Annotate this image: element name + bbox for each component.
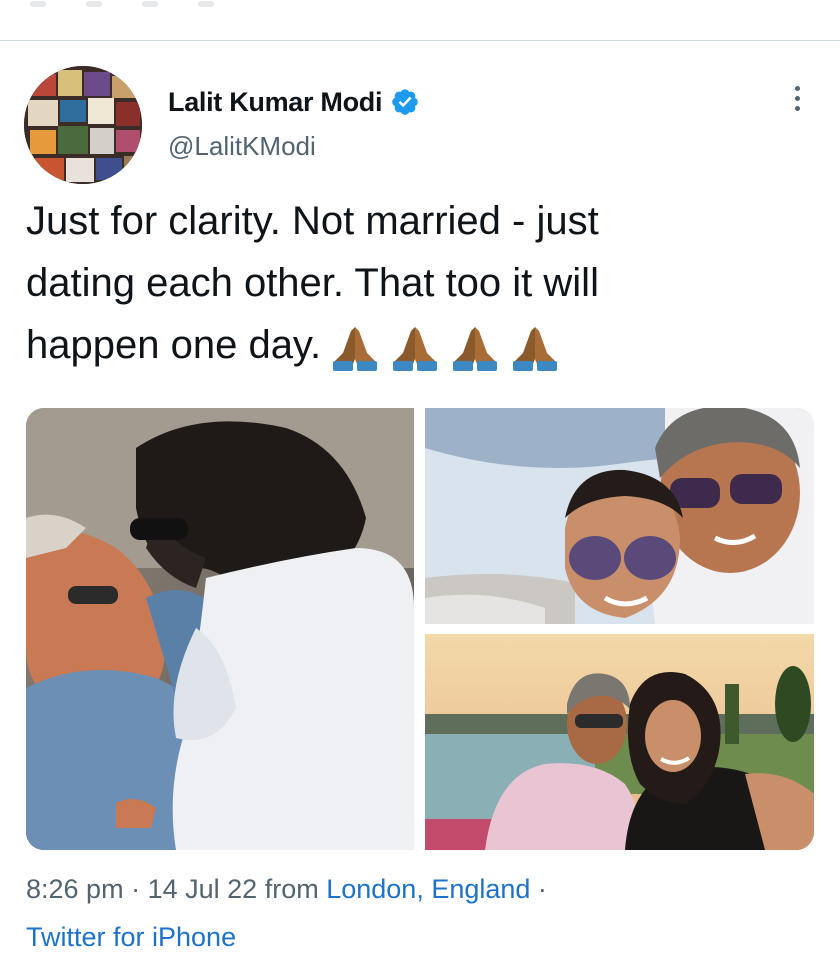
tweet-text: Just for clarity. Not married - just dat… <box>26 190 816 376</box>
photo-harbor-sunset[interactable] <box>425 634 814 850</box>
photo-embrace-couch-image <box>26 408 414 850</box>
meta-trailing-dot: · <box>537 874 547 904</box>
verified-badge-icon <box>392 89 419 115</box>
from-label: from <box>264 874 319 904</box>
tweet-time[interactable]: 8:26 pm <box>26 874 124 904</box>
avatar-collage-image <box>24 66 142 184</box>
author-name-row[interactable]: Lalit Kumar Modi <box>168 84 420 120</box>
tweet-text-line: dating each other. That too it will <box>26 261 599 305</box>
tweet-location-link[interactable]: London, England <box>326 874 530 904</box>
tweet-text-line: happen one day. <box>26 314 816 376</box>
photo-harbor-sunset-image <box>425 634 814 850</box>
top-divider <box>0 0 840 41</box>
tweet-screenshot: Lalit Kumar Modi @LalitKModi Just for cl… <box>0 0 840 975</box>
folded-hands-icon <box>333 327 378 372</box>
tweet-date[interactable]: 14 Jul 22 <box>148 874 258 904</box>
author-display-name[interactable]: Lalit Kumar Modi <box>168 87 383 118</box>
tweet-media-grid <box>26 408 814 850</box>
photo-selfie-sunglasses[interactable] <box>425 408 814 624</box>
avatar[interactable] <box>24 66 142 184</box>
folded-hands-icon <box>513 327 558 372</box>
tweet-text-line-3: happen one day. <box>26 323 322 367</box>
cut-off-action-row <box>30 0 290 7</box>
photo-embrace-couch[interactable] <box>26 408 414 850</box>
author-handle[interactable]: @LalitKModi <box>168 131 316 162</box>
meta-separator: · <box>131 874 141 904</box>
tweet-text-line: Just for clarity. Not married - just <box>26 199 599 243</box>
folded-hands-icon <box>453 327 498 372</box>
photo-selfie-sunglasses-image <box>425 408 814 624</box>
folded-hands-icon <box>393 327 438 372</box>
tweet-source-link[interactable]: Twitter for iPhone <box>26 922 236 953</box>
tweet-meta: 8:26 pm · 14 Jul 22 from London, England… <box>26 874 547 905</box>
emoji-row <box>329 323 561 372</box>
more-options-icon[interactable] <box>787 86 807 116</box>
